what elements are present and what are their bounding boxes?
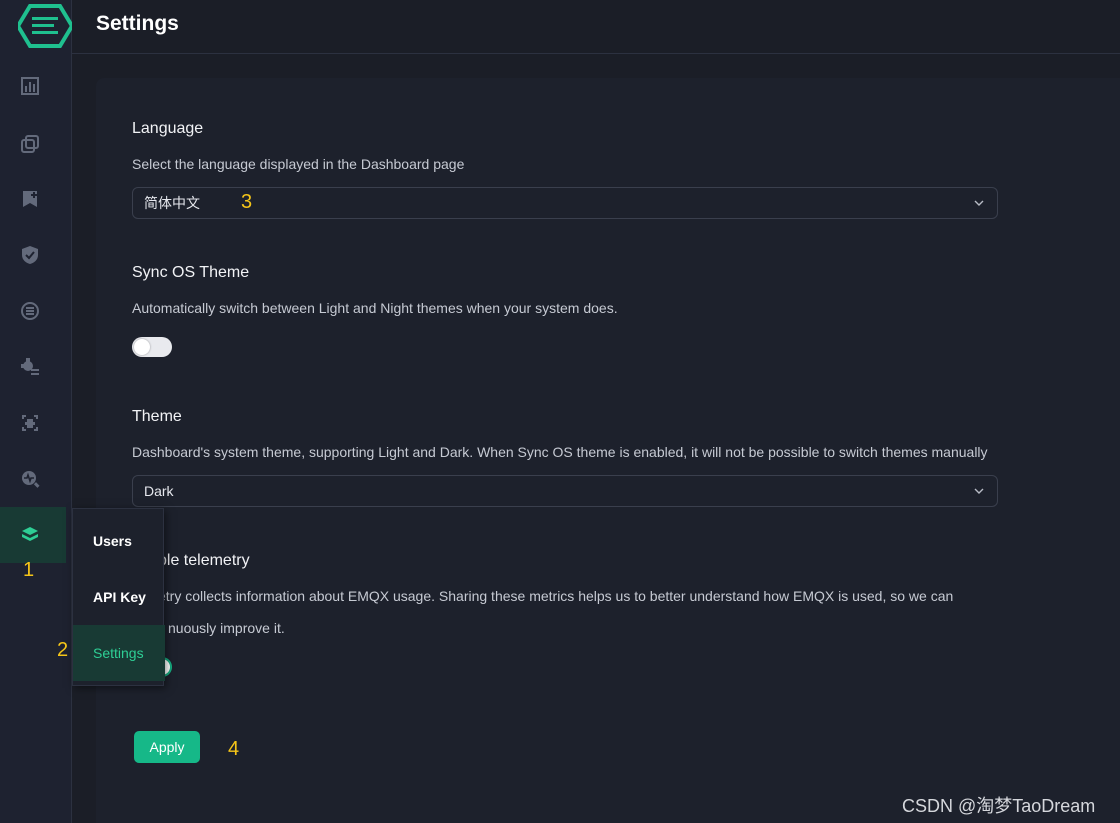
telemetry-description-line1: etry collects information about EMQX usa… [158,588,954,604]
language-select[interactable]: 简体中文 [132,187,998,219]
language-title: Language [132,120,204,137]
sidebar-nav [0,0,75,823]
submenu-item-settings[interactable]: Settings [73,625,165,681]
sync-os-theme-description: Automatically switch between Light and N… [132,300,618,316]
theme-select-value: Dark [144,483,174,499]
sidebar-item-system[interactable] [0,507,66,563]
annotation-3: 3 [241,191,253,213]
chevron-down-icon [974,200,984,206]
annotation-4: 4 [228,738,240,760]
emqx-logo-icon[interactable] [15,3,75,48]
submenu-item-users[interactable]: Users [73,513,165,569]
telemetry-title: ble telemetry [158,552,250,569]
bookmark-add-icon[interactable] [19,188,41,210]
gear-plugin-icon[interactable] [19,356,41,378]
page-header: Settings [72,0,1120,54]
theme-description: Dashboard's system theme, supporting Lig… [132,444,988,460]
system-submenu: Users API Key Settings [72,508,165,686]
annotation-1: 1 [23,559,35,581]
sync-os-theme-toggle[interactable] [132,337,172,357]
connections-icon[interactable] [19,133,41,155]
data-integration-icon[interactable] [19,300,41,322]
diagnose-icon[interactable] [19,468,41,490]
sync-os-theme-title: Sync OS Theme [132,264,250,281]
language-description: Select the language displayed in the Das… [132,156,465,172]
submenu-item-api-key[interactable]: API Key [73,569,165,625]
theme-select[interactable]: Dark [132,475,998,507]
watermark: CSDN @淘梦TaoDream [902,796,1096,816]
telemetry-description-line2: nuously improve it. [168,620,285,636]
theme-title: Theme [132,408,182,425]
page-title: Settings [96,12,179,35]
toggle-knob [134,339,150,355]
language-select-value: 简体中文 [144,195,200,211]
monitoring-icon[interactable] [19,75,41,97]
settings-card: Language Select the language displayed i… [96,78,1120,823]
extensions-icon[interactable] [19,412,41,434]
apply-button[interactable]: Apply [134,731,200,763]
annotation-2: 2 [57,639,69,661]
system-layers-icon [19,524,41,546]
shield-icon[interactable] [19,244,41,266]
chevron-down-icon [974,488,984,494]
